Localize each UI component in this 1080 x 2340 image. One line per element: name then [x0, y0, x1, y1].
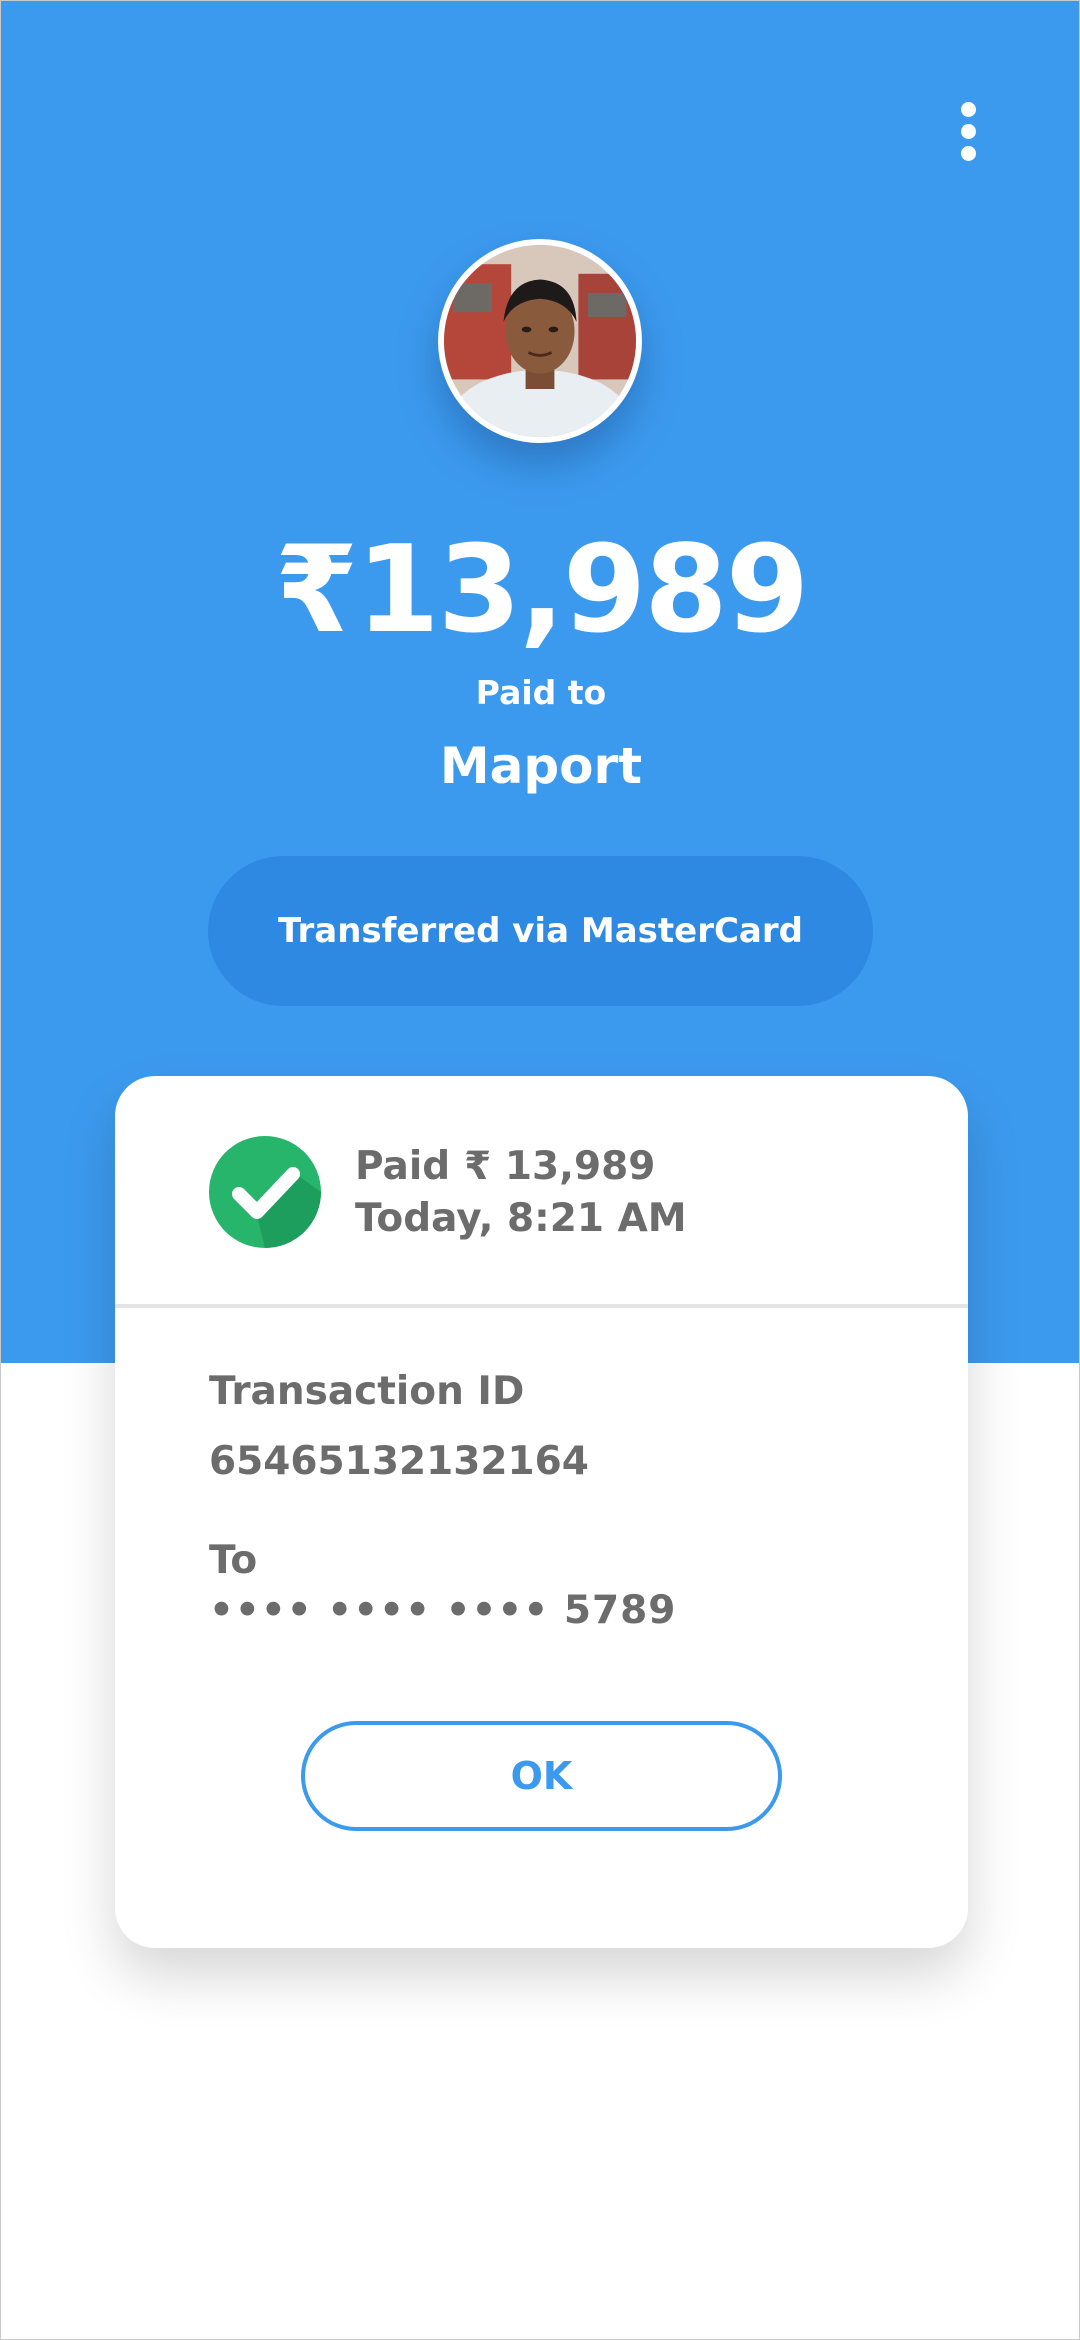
to-label: To	[209, 1538, 258, 1583]
to-card-number: •••• •••• •••• 5789	[209, 1588, 677, 1633]
paid-to-label: Paid to	[475, 673, 607, 712]
payment-method-badge: Transferred via MasterCard	[208, 856, 873, 1006]
more-options-button[interactable]	[941, 91, 996, 171]
payee-name: Maport	[439, 737, 643, 795]
status-line: Paid ₹ 13,989	[355, 1141, 687, 1193]
avatar	[438, 239, 642, 443]
payment-method-text: Transferred via MasterCard	[278, 911, 803, 951]
divider	[115, 1304, 968, 1308]
timestamp: Today, 8:21 AM	[355, 1196, 687, 1241]
transaction-details: Transaction ID 65465132132164 To •••• ••…	[209, 1366, 676, 1636]
payment-success-screen: ₹13,989 Paid to Maport Transferred via M…	[0, 0, 1080, 2340]
transaction-id-value: 65465132132164	[209, 1439, 589, 1484]
more-vertical-icon-dot	[961, 145, 976, 161]
more-vertical-icon-dot	[961, 123, 976, 139]
status-text: Paid ₹ 13,989 Today, 8:21 AM	[355, 1141, 687, 1245]
check-circle-icon	[209, 1136, 321, 1248]
avatar-image	[444, 245, 636, 437]
payment-amount: ₹13,989	[274, 521, 810, 660]
receipt-card: Paid ₹ 13,989 Today, 8:21 AM Transaction …	[115, 1076, 968, 1948]
transaction-id-label: Transaction ID	[209, 1369, 525, 1414]
ok-button[interactable]: OK	[301, 1721, 782, 1831]
status-word: Paid	[355, 1144, 451, 1189]
status-amount: ₹ 13,989	[464, 1144, 656, 1189]
status-row: Paid ₹ 13,989 Today, 8:21 AM	[115, 1076, 968, 1304]
more-vertical-icon	[961, 101, 976, 117]
